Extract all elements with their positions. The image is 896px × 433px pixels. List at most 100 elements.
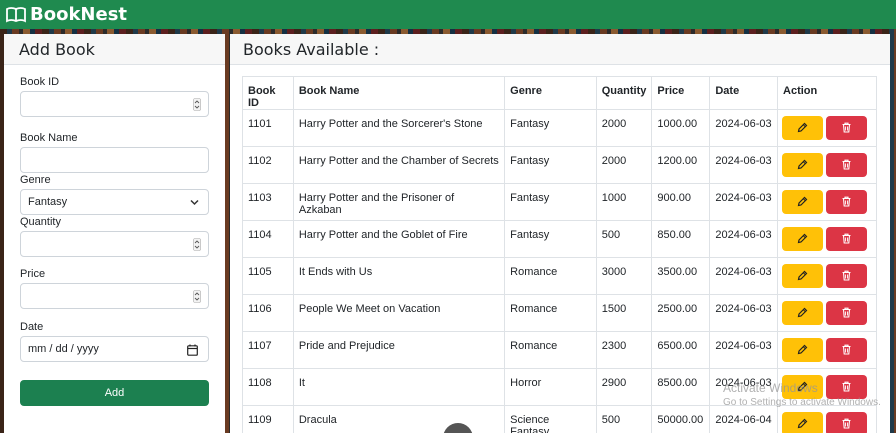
cell-quantity: 2300: [595, 331, 653, 369]
cell-genre: Romance: [504, 331, 597, 369]
column-header-book-id[interactable]: Book ID: [242, 76, 294, 110]
edit-button[interactable]: [782, 227, 824, 251]
price-input[interactable]: [20, 283, 209, 309]
trash-icon: [841, 195, 852, 210]
spinner-icon[interactable]: [193, 290, 201, 303]
price-label: Price: [20, 268, 46, 280]
edit-button[interactable]: [782, 190, 824, 214]
trash-icon: [841, 121, 852, 136]
books-table: Book ID Book Name Genre Quantity Price D…: [242, 76, 877, 433]
add-book-form: Book ID Book Name Genre Fantasy Quantity…: [4, 65, 225, 406]
cell-price: 8500.00: [651, 368, 711, 406]
cell-price: 2500.00: [651, 294, 711, 332]
delete-button[interactable]: [826, 153, 868, 177]
cell-name: Harry Potter and the Chamber of Secrets: [292, 146, 506, 184]
trash-icon: [841, 306, 852, 321]
trash-icon: [841, 343, 852, 358]
cell-id: 1102: [242, 146, 294, 184]
pencil-icon: [797, 195, 808, 210]
cell-quantity: 1500: [595, 294, 653, 332]
books-header: Books Available :: [230, 34, 890, 65]
date-label: Date: [20, 321, 44, 333]
edit-button[interactable]: [782, 153, 824, 177]
cell-date: 2024-06-03: [709, 294, 779, 332]
cell-genre: Fantasy: [504, 146, 597, 184]
table-row: 1101 Harry Potter and the Sorcerer's Ston…: [242, 109, 877, 147]
spinner-icon[interactable]: [193, 238, 201, 251]
column-header-date[interactable]: Date: [709, 76, 779, 110]
table-row: 1104 Harry Potter and the Goblet of Fire F…: [242, 220, 877, 258]
delete-button[interactable]: [826, 301, 868, 325]
delete-button[interactable]: [826, 264, 868, 288]
cell-genre: Horror: [504, 368, 597, 406]
brand-name[interactable]: BookNest: [30, 4, 127, 25]
cell-genre: Romance: [504, 294, 597, 332]
cell-action: [777, 146, 877, 184]
pencil-icon: [797, 232, 808, 247]
delete-button[interactable]: [826, 116, 868, 140]
cell-action: [777, 257, 877, 295]
cell-genre: Science Fantasy: [504, 405, 597, 433]
cell-id: 1101: [242, 109, 294, 147]
book-id-input[interactable]: [20, 91, 209, 117]
cell-quantity: 2000: [595, 146, 653, 184]
cell-quantity: 1000: [595, 183, 653, 221]
edit-button[interactable]: [782, 338, 824, 362]
column-header-book-name[interactable]: Book Name: [292, 76, 506, 110]
calendar-icon[interactable]: [187, 344, 198, 356]
quantity-field: Quantity: [20, 216, 209, 268]
cell-name: Harry Potter and the Prisoner of Azkaban: [292, 183, 506, 221]
delete-button[interactable]: [826, 412, 868, 433]
edit-button[interactable]: [782, 375, 824, 399]
cell-genre: Romance: [504, 257, 597, 295]
pencil-icon: [797, 306, 808, 321]
delete-button[interactable]: [826, 227, 868, 251]
edit-button[interactable]: [782, 412, 824, 433]
add-button[interactable]: Add: [20, 380, 209, 406]
cell-quantity: 2900: [595, 368, 653, 406]
date-placeholder: mm / dd / yyyy: [28, 343, 99, 355]
column-header-price[interactable]: Price: [651, 76, 711, 110]
cell-quantity: 500: [595, 405, 653, 433]
cell-action: [777, 368, 877, 406]
column-header-quantity[interactable]: Quantity: [595, 76, 653, 110]
table-row: 1105 It Ends with Us Romance 3000 3500.00 202…: [242, 257, 877, 295]
cell-id: 1107: [242, 331, 294, 369]
cell-date: 2024-06-03: [709, 109, 779, 147]
table-row: 1108 It Horror 2900 8500.00 2024-06-03: [242, 368, 877, 406]
delete-button[interactable]: [826, 190, 868, 214]
book-id-field: Book ID: [20, 76, 209, 132]
table-row: 1109 Dracula Science Fantasy 500 50000.00 202…: [242, 405, 877, 433]
date-field: Date mm / dd / yyyy: [20, 321, 209, 380]
quantity-label: Quantity: [20, 216, 61, 228]
delete-button[interactable]: [826, 338, 868, 362]
genre-label: Genre: [20, 174, 51, 186]
edit-button[interactable]: [782, 116, 824, 140]
genre-select[interactable]: Fantasy: [20, 189, 209, 215]
pencil-icon: [797, 343, 808, 358]
table-row: 1107 Pride and Prejudice Romance 2300 6500.0…: [242, 331, 877, 369]
column-header-genre[interactable]: Genre: [504, 76, 597, 110]
date-input[interactable]: mm / dd / yyyy: [20, 336, 209, 362]
cell-price: 1000.00: [651, 109, 711, 147]
cell-quantity: 3000: [595, 257, 653, 295]
cell-price: 850.00: [651, 220, 711, 258]
pencil-icon: [797, 380, 808, 395]
pencil-icon: [797, 158, 808, 173]
delete-button[interactable]: [826, 375, 868, 399]
spinner-icon[interactable]: [193, 98, 201, 111]
cell-price: 900.00: [651, 183, 711, 221]
trash-icon: [841, 269, 852, 284]
edit-button[interactable]: [782, 264, 824, 288]
quantity-input[interactable]: [20, 231, 209, 257]
cell-name: Harry Potter and the Goblet of Fire: [292, 220, 506, 258]
cell-date: 2024-06-03: [709, 368, 779, 406]
cell-genre: Fantasy: [504, 109, 597, 147]
edit-button[interactable]: [782, 301, 824, 325]
cell-id: 1104: [242, 220, 294, 258]
genre-selected: Fantasy: [28, 196, 68, 208]
cell-quantity: 500: [595, 220, 653, 258]
book-id-label: Book ID: [20, 76, 60, 88]
cell-name: Dracula: [292, 405, 506, 433]
book-name-input[interactable]: [20, 147, 209, 173]
